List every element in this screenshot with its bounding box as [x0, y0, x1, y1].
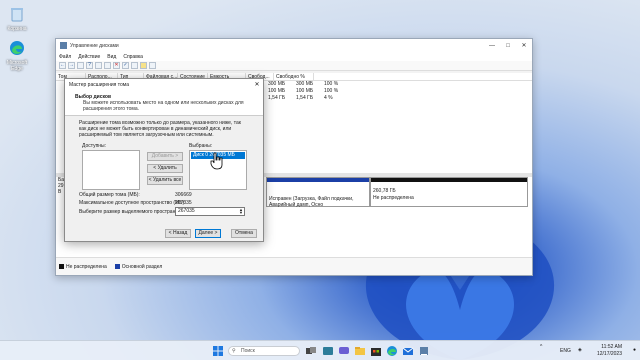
console-tree-icon[interactable] — [77, 62, 84, 69]
add-button[interactable]: Добавить > — [147, 152, 183, 161]
dialog-description: Расширение тома возможно только до разме… — [79, 120, 241, 138]
help-icon[interactable]: ? — [86, 62, 93, 69]
open-icon[interactable] — [131, 62, 138, 69]
mail-icon[interactable] — [402, 345, 414, 357]
disk-management-taskbar-icon[interactable] — [418, 345, 430, 357]
clock[interactable]: 11:52 AM 12/17/2023 — [597, 344, 622, 358]
network-icon[interactable]: ◈ — [578, 347, 582, 353]
selected-label: Выбраны: — [189, 143, 213, 149]
file-explorer-icon[interactable] — [354, 345, 366, 357]
language-indicator[interactable]: ENG — [560, 348, 571, 354]
free-cell: 300 МБ — [296, 81, 314, 87]
capacity-cell: 300 МБ — [268, 81, 286, 87]
size-stepper[interactable]: 267035 ▲ ▼ — [175, 207, 245, 216]
partition-status: Исправен (Загрузка, Файл подкачки, Авари… — [269, 196, 354, 208]
edge-desktop-icon[interactable]: Microsoft Edge — [2, 40, 32, 72]
available-disks-list[interactable] — [82, 150, 140, 190]
free-cell: 1,54 ГБ — [296, 95, 314, 101]
legend-unallocated: Не распределена — [59, 264, 107, 270]
recycle-bin-icon — [11, 8, 23, 22]
unallocated-size: 260,78 ГБ — [373, 188, 396, 194]
free-pct-cell: 100 % — [324, 88, 339, 94]
tray-overflow-icon[interactable]: ^ — [540, 344, 542, 350]
delete-icon[interactable]: ✕ — [113, 62, 120, 69]
free-cell: 100 МБ — [296, 88, 314, 94]
menubar: Файл Действие Вид Справка — [56, 52, 532, 61]
remove-all-button[interactable]: < Удалить все — [147, 176, 183, 185]
legend-label: Не распределена — [66, 263, 107, 270]
unallocated-partition[interactable]: 260,78 ГБ Не распределена — [370, 177, 528, 207]
max-space-value: 267035 — [175, 200, 192, 206]
col-free-pct[interactable]: Свободно % — [274, 73, 314, 80]
desktop-icon-label: Корзина — [7, 26, 27, 32]
c-partition[interactable]: Исправен (Загрузка, Файл подкачки, Авари… — [266, 177, 370, 208]
widgets-icon[interactable] — [322, 345, 334, 357]
unallocated-label: Не распределена — [373, 195, 414, 201]
menu-file[interactable]: Файл — [59, 54, 71, 60]
cancel-button[interactable]: Отмена — [231, 229, 257, 238]
properties-icon[interactable] — [95, 62, 102, 69]
dialog-close-icon[interactable]: ✕ — [251, 81, 263, 88]
size-stepper-value: 267035 — [178, 208, 195, 214]
hand-cursor-icon — [210, 152, 223, 170]
legend-swatch — [59, 263, 64, 269]
capacity-cell: 1,54 ГБ — [268, 95, 286, 101]
dialog-subheading: Вы можете использовать место на одном ил… — [83, 100, 244, 112]
forward-arrow-icon[interactable]: → — [68, 62, 75, 69]
free-pct-cell: 100 % — [324, 81, 339, 87]
toolbar: ← → ? ✕ ✓ — [56, 61, 532, 71]
total-size-value: 306669 — [175, 192, 192, 198]
dialog-title: Мастер расширения тома — [69, 81, 129, 88]
edge-icon — [10, 41, 24, 55]
legend-label: Основной раздел — [121, 263, 163, 270]
desktop-icon-label: Microsoft Edge — [6, 60, 28, 72]
maximize-button[interactable]: □ — [500, 39, 516, 52]
stepper-arrows-icon[interactable]: ▲ ▼ — [239, 208, 243, 215]
legend: Не распределена Основной раздел — [56, 257, 532, 275]
connect-icon[interactable] — [104, 62, 111, 69]
capacity-cell: 100 МБ — [268, 88, 286, 94]
window-title: Управление дисками — [70, 42, 119, 49]
total-size-label: Общий размер тома (МБ): — [79, 192, 140, 198]
search-icon: ⚲ — [232, 348, 236, 354]
notification-bell-icon[interactable]: ● — [633, 347, 636, 353]
available-label: Доступны: — [82, 143, 107, 149]
dialog-header: Выбор дисков Вы можете использовать мест… — [65, 90, 263, 116]
remove-button[interactable]: < Удалить — [147, 164, 183, 173]
window-titlebar: Управление дисками — □ ✕ — [56, 39, 532, 52]
menu-help[interactable]: Справка — [123, 54, 143, 60]
chat-icon[interactable] — [338, 345, 350, 357]
back-arrow-icon[interactable]: ← — [59, 62, 66, 69]
search-placeholder: Поиск — [241, 348, 255, 354]
folder-icon[interactable] — [140, 62, 147, 69]
minimize-button[interactable]: — — [484, 39, 500, 52]
recycle-bin-desktop-icon[interactable]: Корзина — [2, 6, 32, 32]
clock-date: 12/17/2023 — [596, 351, 622, 357]
edge-taskbar-icon[interactable] — [386, 345, 398, 357]
next-button[interactable]: Далее > — [195, 229, 221, 238]
taskbar-search-input[interactable]: ⚲ Поиск — [228, 346, 300, 356]
task-view-icon[interactable] — [305, 345, 317, 357]
disk-management-icon — [60, 42, 67, 49]
max-space-label: Максимальное доступное пространство (МБ)… — [79, 200, 186, 206]
list-view-icon[interactable] — [149, 62, 156, 69]
taskbar: ⚲ Поиск ^ ENG ◈ 11:52 AM 12/17/2023 ● — [0, 340, 640, 360]
extend-volume-wizard: Мастер расширения тома ✕ Выбор дисков Вы… — [64, 78, 264, 242]
dialog-titlebar: Мастер расширения тома ✕ — [65, 79, 263, 90]
legend-swatch — [114, 263, 120, 269]
store-icon[interactable] — [370, 345, 382, 357]
back-button[interactable]: < Назад — [165, 229, 191, 238]
menu-view[interactable]: Вид — [107, 54, 116, 60]
clock-time: 11:52 AM — [601, 344, 622, 350]
check-icon[interactable]: ✓ — [122, 62, 129, 69]
close-button[interactable]: ✕ — [516, 39, 532, 52]
menu-action[interactable]: Действие — [78, 54, 100, 60]
free-pct-cell: 4 % — [324, 95, 333, 101]
legend-primary: Основной раздел — [114, 263, 163, 270]
start-icon[interactable] — [212, 345, 224, 357]
